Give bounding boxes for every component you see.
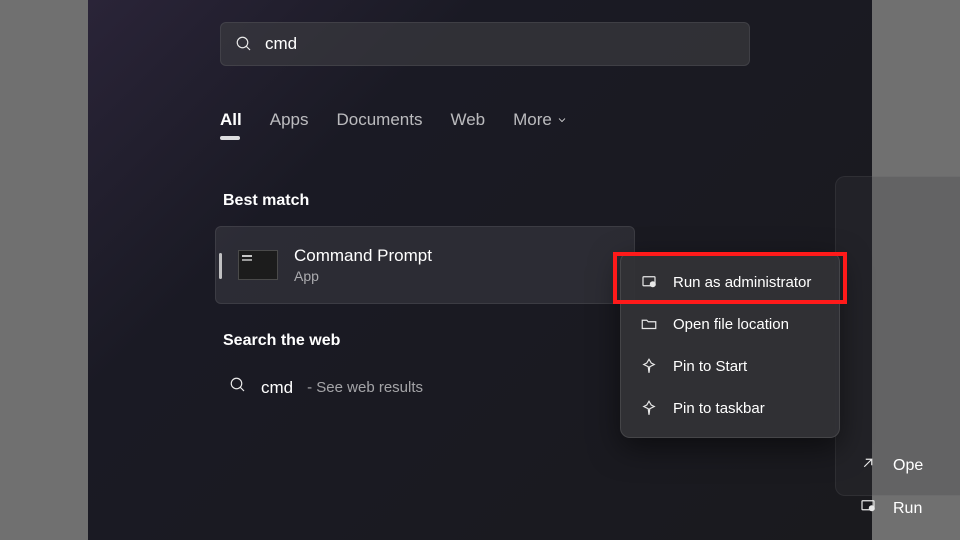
pin-icon (639, 357, 659, 375)
preview-actions: Ope Run (859, 454, 923, 520)
admin-shield-icon (859, 497, 877, 520)
search-input[interactable]: cmd (220, 22, 750, 66)
section-search-web-title: Search the web (223, 332, 340, 350)
tab-web[interactable]: Web (450, 110, 485, 130)
result-subtitle: App (294, 268, 432, 284)
tab-more[interactable]: More (513, 110, 568, 130)
result-command-prompt[interactable]: Command Prompt App (215, 226, 635, 304)
pin-icon (639, 399, 659, 417)
chevron-down-icon (556, 114, 568, 126)
search-icon (235, 35, 253, 53)
tab-documents[interactable]: Documents (336, 110, 422, 130)
tab-apps[interactable]: Apps (270, 110, 309, 130)
open-external-icon (859, 454, 877, 477)
action-run-admin[interactable]: Run (859, 497, 923, 520)
menu-label: Run as administrator (673, 274, 811, 291)
result-text: Command Prompt App (294, 246, 432, 284)
tab-all[interactable]: All (220, 110, 242, 130)
section-best-match-title: Best match (223, 192, 309, 210)
menu-run-as-administrator[interactable]: Run as administrator (621, 261, 839, 303)
menu-pin-to-start[interactable]: Pin to Start (621, 345, 839, 387)
selection-marker (219, 253, 222, 279)
menu-label: Pin to taskbar (673, 400, 765, 417)
context-menu: Run as administrator Open file location … (620, 252, 840, 438)
folder-icon (639, 315, 659, 333)
command-prompt-icon (238, 250, 278, 280)
web-result-hint: - See web results (307, 379, 423, 396)
tab-more-label: More (513, 110, 552, 130)
preview-panel (835, 176, 960, 496)
filter-tabs: All Apps Documents Web More (220, 110, 568, 130)
action-label: Run (893, 500, 922, 518)
menu-label: Open file location (673, 316, 789, 333)
start-search-panel: cmd All Apps Documents Web More Best mat… (195, 0, 875, 540)
menu-pin-to-taskbar[interactable]: Pin to taskbar (621, 387, 839, 429)
web-result-term: cmd (261, 378, 293, 398)
search-icon (229, 376, 247, 399)
result-title: Command Prompt (294, 246, 432, 266)
search-query-text: cmd (265, 34, 297, 54)
menu-label: Pin to Start (673, 358, 747, 375)
menu-open-file-location[interactable]: Open file location (621, 303, 839, 345)
action-open[interactable]: Ope (859, 454, 923, 477)
admin-shield-icon (639, 273, 659, 291)
web-result-row[interactable]: cmd - See web results (229, 376, 423, 399)
action-label: Ope (893, 457, 923, 475)
